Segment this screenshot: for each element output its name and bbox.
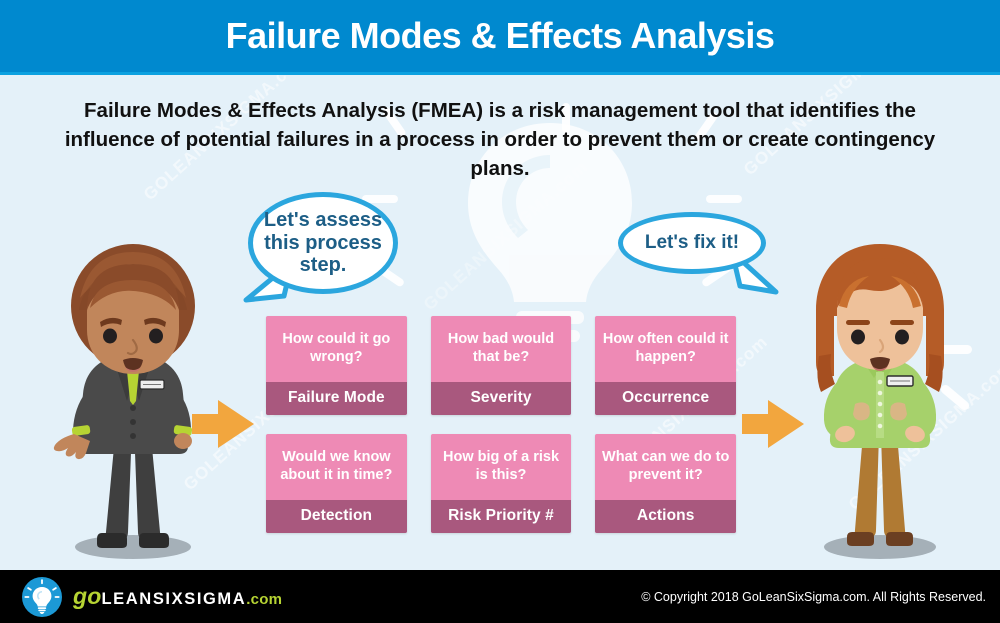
card-title: Risk Priority # (430, 500, 572, 533)
card-title: Actions (595, 500, 737, 533)
card-title: Severity (430, 382, 572, 415)
bulb-ray-icon (706, 195, 742, 203)
speech-bubble-left-text: Let's assess this process step. (263, 209, 383, 277)
card-risk-priority-number[interactable]: How big of a risk is this? Risk Priority… (430, 434, 572, 533)
card-question: How big of a risk is this? (443, 449, 560, 483)
infographic-stage: GOLEANSIXSIGMA.com GOLEANSIXSIGMA.com GO… (0, 0, 1000, 623)
card-actions[interactable]: What can we do to prevent it? Actions (595, 434, 737, 533)
arrow-right-from-man-icon (192, 400, 254, 448)
card-row-bottom: Would we know about it in time? Detectio… (266, 434, 737, 533)
card-title: Detection (266, 500, 407, 533)
card-severity[interactable]: How bad would that be? Severity (430, 316, 572, 415)
fmea-card-grid: How could it go wrong? Failure Mode How … (266, 316, 737, 533)
arrow-right-to-woman-icon (742, 400, 804, 448)
header-bar: Failure Modes & Effects Analysis (0, 0, 1000, 72)
character-woman (775, 236, 985, 566)
logo-go-text: go (73, 583, 102, 609)
speech-bubble-right-text: Let's fix it! (644, 232, 740, 254)
brand-logo-text: go LEANSIXSIGMA .com (73, 583, 282, 610)
brand-logo[interactable]: go LEANSIXSIGMA .com (22, 576, 282, 617)
card-detection[interactable]: Would we know about it in time? Detectio… (266, 434, 407, 533)
card-question: Would we know about it in time? (280, 449, 393, 483)
footer-bar: go LEANSIXSIGMA .com © Copyright 2018 Go… (0, 570, 1000, 623)
card-question: How could it go wrong? (282, 331, 391, 365)
header-underline (0, 72, 1000, 75)
speech-bubble-left: Let's assess this process step. (248, 192, 398, 294)
card-row-top: How could it go wrong? Failure Mode How … (266, 316, 737, 415)
card-question: What can we do to prevent it? (602, 449, 730, 483)
speech-bubble-right: Let's fix it! (618, 212, 766, 274)
lightbulb-logo-icon (22, 576, 62, 617)
logo-com-text: .com (246, 591, 283, 608)
card-title: Failure Mode (266, 382, 407, 415)
copyright-text: © Copyright 2018 GoLeanSixSigma.com. All… (641, 589, 986, 604)
card-question: How often could it happen? (602, 331, 729, 365)
logo-leansixsigma-text: LEANSIXSIGMA (101, 590, 247, 608)
card-occurrence[interactable]: How often could it happen? Occurrence (595, 316, 737, 415)
card-failure-mode[interactable]: How could it go wrong? Failure Mode (266, 316, 407, 415)
card-title: Occurrence (595, 382, 737, 415)
page-title: Failure Modes & Effects Analysis (225, 15, 775, 56)
card-question: How bad would that be? (447, 331, 555, 365)
description-text: Failure Modes & Effects Analysis (FMEA) … (64, 99, 936, 181)
